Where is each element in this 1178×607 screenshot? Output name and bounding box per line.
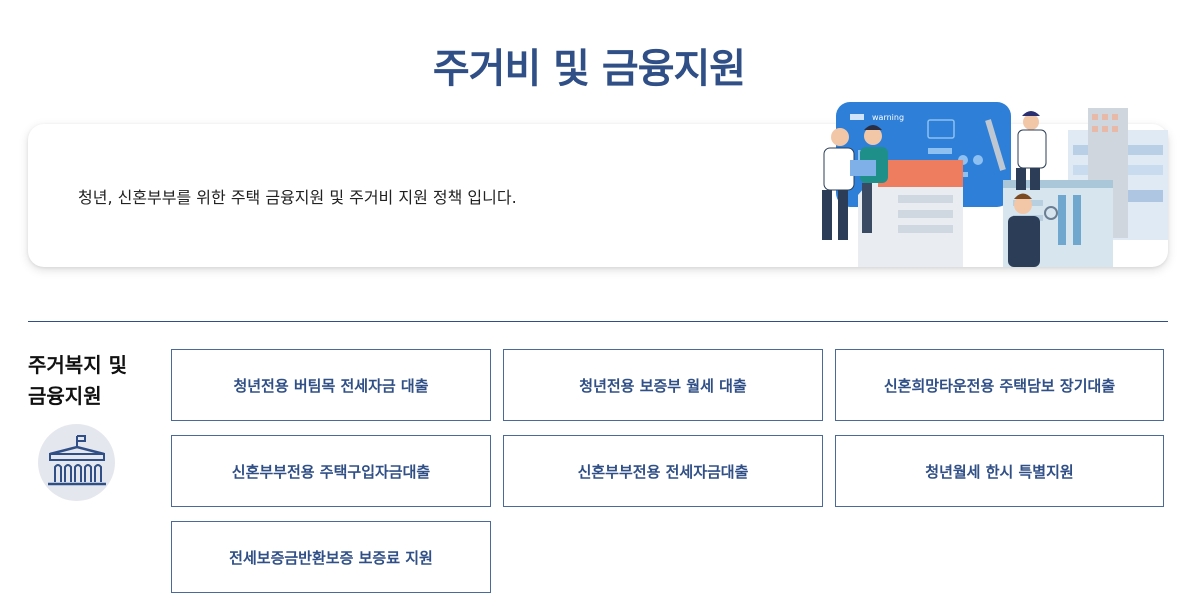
page-title: 주거비 및 금융지원: [432, 46, 746, 92]
link-youth-monthly-rent-support[interactable]: 청년월세 한시 특별지원: [835, 435, 1164, 507]
link-youth-jeonse-loan[interactable]: 청년전용 버팀목 전세자금 대출: [171, 349, 491, 421]
housing-finance-illustration: warning: [822, 102, 1168, 267]
section-title-line2: 금융지원: [28, 384, 102, 408]
section-title-line1: 주거복지 및: [28, 353, 127, 377]
section-title: 주거복지 및 금융지원: [28, 350, 158, 412]
illustration-sign: warning: [872, 113, 904, 122]
link-youth-monthly-rent-loan[interactable]: 청년전용 보증부 월세 대출: [503, 349, 823, 421]
link-newlywed-home-purchase-loan[interactable]: 신혼부부전용 주택구입자금대출: [171, 435, 491, 507]
intro-description: 청년, 신혼부부를 위한 주택 금융지원 및 주거비 지원 정책 입니다.: [78, 188, 517, 207]
link-newlywed-hope-town-mortgage[interactable]: 신혼희망타운전용 주택담보 장기대출: [835, 349, 1164, 421]
government-building-icon: [38, 424, 115, 501]
section-divider: [28, 321, 1168, 322]
link-newlywed-jeonse-loan[interactable]: 신혼부부전용 전세자금대출: [503, 435, 823, 507]
intro-card: 청년, 신혼부부를 위한 주택 금융지원 및 주거비 지원 정책 입니다. wa…: [28, 102, 1168, 267]
link-deposit-guarantee-fee-support[interactable]: 전세보증금반환보증 보증료 지원: [171, 521, 491, 593]
